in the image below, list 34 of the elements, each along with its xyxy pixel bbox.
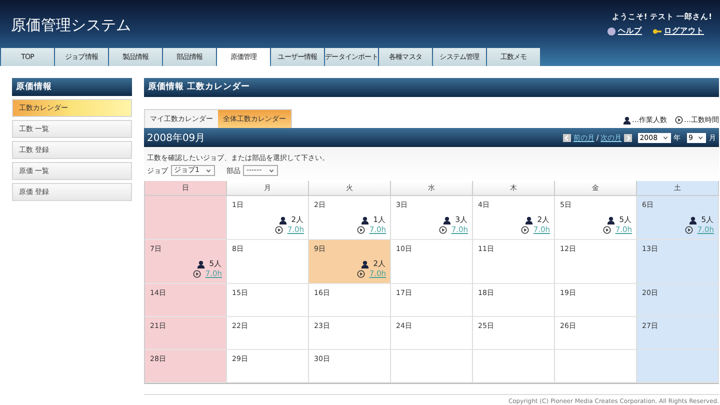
clock-icon bbox=[357, 270, 366, 278]
clock-icon bbox=[439, 226, 448, 234]
person-icon bbox=[279, 216, 288, 224]
clock-icon bbox=[685, 226, 694, 234]
person-icon bbox=[361, 260, 370, 268]
person-icon bbox=[525, 216, 534, 224]
dropdown-caret-icon bbox=[697, 134, 704, 140]
calendar-day-cell[interactable] bbox=[391, 350, 473, 383]
person-icon bbox=[197, 260, 206, 268]
month-title: 2008年09月 bbox=[147, 132, 206, 144]
person-icon bbox=[607, 216, 616, 224]
dropdown-caret-icon bbox=[268, 168, 275, 174]
key-icon bbox=[652, 26, 662, 36]
clock-icon bbox=[275, 226, 284, 234]
previous-arrow-icon[interactable] bbox=[563, 134, 572, 142]
clock-icon bbox=[521, 226, 530, 234]
person-icon bbox=[623, 116, 631, 124]
calendar-day-cell[interactable] bbox=[555, 350, 637, 383]
app-title: 原価管理システム bbox=[11, 16, 131, 36]
dropdown-caret-icon bbox=[662, 134, 669, 140]
page-heading: 原価情報 工数カレンダー bbox=[144, 78, 719, 97]
next-arrow-icon[interactable] bbox=[624, 134, 632, 142]
clock-icon bbox=[675, 116, 683, 124]
sidebar-heading: 原価情報 bbox=[12, 78, 132, 96]
clock-icon bbox=[193, 270, 202, 278]
calendar-day-cell[interactable] bbox=[637, 350, 719, 383]
person-icon bbox=[443, 216, 452, 224]
clock-icon bbox=[603, 226, 612, 234]
person-icon bbox=[689, 216, 698, 224]
calendar-day-cell[interactable] bbox=[145, 196, 227, 240]
clock-icon bbox=[357, 226, 366, 234]
dropdown-caret-icon bbox=[205, 168, 212, 174]
calendar-day-cell[interactable] bbox=[473, 350, 555, 383]
person-icon bbox=[361, 216, 370, 224]
